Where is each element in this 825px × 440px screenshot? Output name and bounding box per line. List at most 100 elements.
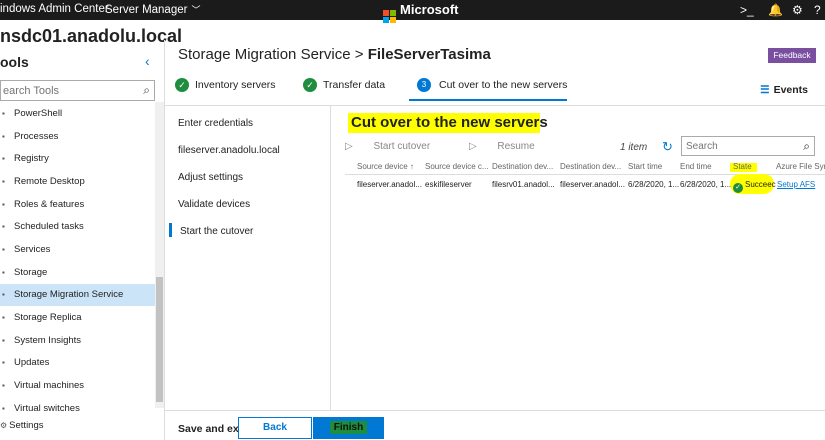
tools-list: ▪ PowerShell ▪ Processes ▪ Registry ▪ Remote… (0, 102, 155, 420)
tool-item-storage-replica[interactable]: ▪ Storage Replica (0, 306, 155, 329)
col-destination-device-2[interactable]: Destination dev... (560, 162, 621, 171)
cell-start-time: 6/28/2020, 1... (628, 180, 680, 189)
finish-label: Finish (329, 421, 368, 434)
tool-icon: ▪ (2, 403, 5, 413)
table-search-input[interactable] (682, 137, 792, 155)
server-manager-label: Server Manager (105, 4, 188, 16)
col-destination-device[interactable]: Destination dev... (492, 162, 553, 171)
active-step-indicator (409, 99, 567, 101)
microsoft-logo: Microsoft (383, 2, 459, 23)
back-button[interactable]: Back (238, 417, 312, 439)
resume-button[interactable]: ▷ Resume (469, 141, 553, 152)
breadcrumb-current: FileServerTasima (367, 46, 491, 63)
gear-icon[interactable]: ⚙ (792, 3, 803, 17)
col-azure-file-sync[interactable]: Azure File Sync (776, 162, 825, 171)
tool-label: Virtual machines (14, 380, 85, 392)
top-bar: indows Admin Center Server Manager ﹀ Micr… (0, 0, 825, 23)
substep-fileserver[interactable]: fileserver.anadolu.local (178, 145, 280, 156)
cell-state: ✓ Succeec (733, 180, 776, 193)
step-label: Inventory servers (195, 79, 276, 91)
events-list-icon: ☰ (760, 84, 770, 96)
tool-label: Storage Replica (14, 312, 82, 324)
tool-item-updates[interactable]: ▪ Updates (0, 352, 155, 375)
tool-label: Updates (14, 357, 50, 369)
col-source-device[interactable]: Source device ↑ (357, 162, 414, 171)
tools-scrollbar[interactable] (155, 102, 164, 408)
cell-source-device: fileserver.anadol... (357, 180, 422, 189)
save-and-exit-button[interactable]: Save and exit (178, 423, 245, 435)
notifications-icon[interactable]: 🔔 (768, 3, 783, 17)
search-icon[interactable]: ⌕ (143, 83, 150, 98)
events-label: Events (773, 84, 808, 96)
events-button[interactable]: ☰ Events (760, 84, 808, 96)
help-icon[interactable]: ? (814, 3, 821, 17)
collapse-chevron-icon[interactable]: ‹ (145, 53, 150, 69)
breadcrumb-separator: > (354, 46, 364, 63)
col-source-device-cred[interactable]: Source device c... (425, 162, 489, 171)
success-check-icon: ✓ (733, 183, 743, 193)
tool-item-storage[interactable]: ▪ Storage (0, 261, 155, 284)
chevron-down-icon: ﹀ (191, 5, 201, 15)
tool-icon: ▪ (2, 335, 5, 345)
tool-item-virtual-switches[interactable]: ▪ Virtual switches (0, 397, 155, 420)
server-title: nsdc01.anadolu.local (0, 26, 183, 46)
action-toolbar: ▷ Start cutover ▷ Resume (345, 141, 571, 152)
current-substep-indicator (169, 223, 172, 237)
ms-logo-icon (383, 10, 396, 23)
tool-item-remote-desktop[interactable]: ▪ Remote Desktop (0, 170, 155, 193)
feedback-button[interactable]: Feedback (768, 48, 816, 63)
cell-end-time: 6/28/2020, 1... (680, 180, 732, 189)
step-transfer-data[interactable]: ✓ Transfer data (303, 78, 385, 92)
cell-source-cred: eskifileserver (425, 180, 472, 189)
tool-label: Roles & features (14, 198, 85, 210)
tool-item-services[interactable]: ▪ Services (0, 238, 155, 261)
step-cut-over[interactable]: 3 Cut over to the new servers (417, 78, 567, 92)
tool-item-scheduled-tasks[interactable]: ▪ Scheduled tasks (0, 215, 155, 238)
tool-icon: ▪ (2, 199, 5, 209)
step-label: Transfer data (323, 79, 386, 91)
server-manager-menu[interactable]: Server Manager ﹀ (105, 3, 200, 16)
tool-item-virtual-machines[interactable]: ▪ Virtual machines (0, 374, 155, 397)
substep-start-cutover[interactable]: Start the cutover (180, 226, 253, 237)
setup-afs-link[interactable]: Setup AFS (777, 180, 815, 189)
terminal-icon[interactable]: >_ (740, 3, 754, 17)
start-cutover-label: Start cutover (373, 141, 431, 152)
step-inventory-servers[interactable]: ✓ Inventory servers (175, 78, 276, 92)
scrollbar-thumb[interactable] (156, 277, 163, 402)
start-cutover-button[interactable]: ▷ Start cutover (345, 141, 448, 152)
tool-item-storage-migration-service[interactable]: ▪ Storage Migration Service (0, 283, 155, 307)
tool-item-registry[interactable]: ▪ Registry (0, 147, 155, 170)
tool-icon: ▪ (2, 358, 5, 368)
tools-heading: ools (0, 54, 29, 70)
tool-item-processes[interactable]: ▪ Processes (0, 125, 155, 148)
search-icon[interactable]: ⌕ (803, 139, 810, 154)
step-label: Cut over to the new servers (439, 79, 568, 91)
tool-label: System Insights (14, 334, 82, 346)
breadcrumb: Storage Migration Service > FileServerTa… (178, 46, 491, 63)
brand-label: Microsoft (400, 2, 459, 17)
cell-destination-device-2: fileserver.anadol... (560, 180, 625, 189)
page-heading: Cut over to the new servers (351, 114, 548, 131)
tool-item-powershell[interactable]: ▪ PowerShell (0, 102, 155, 125)
substep-validate-devices[interactable]: Validate devices (178, 199, 250, 210)
tool-item-roles-features[interactable]: ▪ Roles & features (0, 193, 155, 216)
tool-item-system-insights[interactable]: ▪ System Insights (0, 329, 155, 352)
item-count: 1 item (620, 142, 648, 153)
settings-item[interactable]: ⚙ Settings (0, 420, 44, 431)
tool-label: Virtual switches (14, 402, 80, 414)
play-icon: ▷ (345, 141, 356, 152)
search-tools-field[interactable]: ⌕ (0, 80, 155, 101)
col-start-time[interactable]: Start time (628, 162, 662, 171)
col-state[interactable]: State (733, 162, 752, 171)
tool-icon: ▪ (2, 244, 5, 254)
step-number: 3 (417, 78, 431, 92)
search-tools-input[interactable] (1, 81, 131, 100)
substep-enter-credentials[interactable]: Enter credentials (178, 118, 253, 129)
breadcrumb-parent[interactable]: Storage Migration Service (178, 46, 351, 63)
app-title[interactable]: indows Admin Center (0, 3, 109, 15)
refresh-icon[interactable]: ↻ (662, 139, 673, 155)
finish-button[interactable]: Finish (313, 417, 384, 439)
substep-adjust-settings[interactable]: Adjust settings (178, 172, 243, 183)
table-search-field[interactable]: ⌕ (681, 136, 815, 156)
col-end-time[interactable]: End time (680, 162, 712, 171)
